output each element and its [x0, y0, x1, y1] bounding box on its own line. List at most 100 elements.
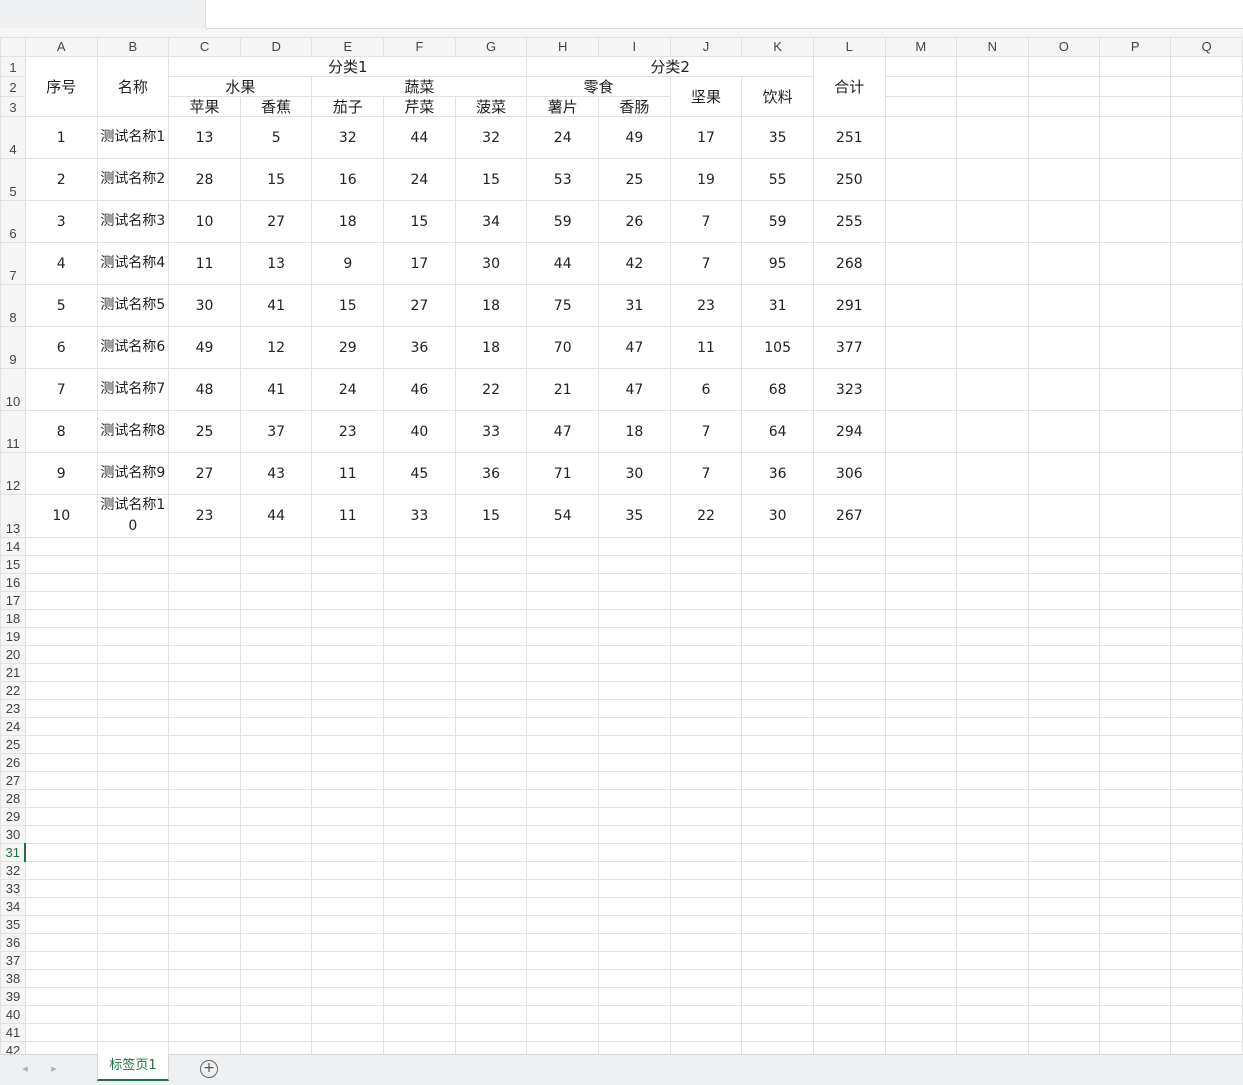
cell[interactable] [24, 897, 98, 916]
cell[interactable] [1098, 789, 1172, 808]
cell[interactable] [884, 555, 958, 574]
cell[interactable] [1027, 284, 1100, 327]
cell[interactable] [741, 627, 814, 646]
cell[interactable] [383, 1005, 456, 1024]
cell-banana[interactable]: 41 [239, 284, 313, 327]
cell[interactable] [598, 573, 671, 592]
cell[interactable] [96, 627, 170, 646]
cell[interactable] [1027, 609, 1100, 628]
cell[interactable] [383, 969, 456, 988]
cell[interactable] [884, 537, 958, 556]
cell[interactable] [239, 609, 313, 628]
cell[interactable] [454, 825, 528, 844]
cell-nuts[interactable]: 6 [669, 368, 743, 411]
cell[interactable] [168, 861, 241, 880]
cell[interactable] [96, 879, 170, 898]
cell-banana[interactable]: 44 [239, 494, 313, 538]
cell[interactable] [1098, 933, 1172, 952]
cell[interactable] [598, 537, 671, 556]
cell[interactable] [1027, 56, 1100, 77]
cell[interactable] [956, 555, 1029, 574]
cell-nuts[interactable]: 7 [669, 452, 743, 495]
cell[interactable] [383, 1023, 456, 1042]
cell[interactable] [526, 843, 600, 862]
cell[interactable] [1027, 96, 1100, 117]
cell-name[interactable]: 测试名称2 [96, 158, 170, 201]
cell[interactable] [239, 879, 313, 898]
cell[interactable] [1098, 969, 1172, 988]
cell[interactable] [1170, 933, 1243, 952]
cell-spinach[interactable]: 15 [454, 494, 528, 538]
cell[interactable] [1027, 663, 1100, 682]
cell[interactable] [311, 1041, 385, 1054]
row-header[interactable]: 20 [0, 645, 26, 664]
cell[interactable] [454, 609, 528, 628]
cell[interactable] [669, 933, 743, 952]
cell-name[interactable]: 测试名称8 [96, 410, 170, 453]
cell[interactable] [1098, 555, 1172, 574]
header-cat1[interactable]: 分类1 [168, 56, 528, 77]
cell[interactable] [526, 951, 600, 970]
cell[interactable] [526, 681, 600, 700]
cell[interactable] [956, 326, 1029, 369]
cell[interactable] [383, 717, 456, 736]
cell[interactable] [598, 843, 671, 862]
select-all-corner[interactable] [0, 37, 26, 57]
header-snack[interactable]: 零食 [526, 76, 671, 97]
cell[interactable] [311, 969, 385, 988]
cell[interactable] [311, 681, 385, 700]
row-header[interactable]: 2 [0, 76, 26, 97]
row-header[interactable]: 39 [0, 987, 26, 1006]
cell[interactable] [1098, 452, 1172, 495]
cell[interactable] [956, 987, 1029, 1006]
cell[interactable] [1170, 897, 1243, 916]
cell[interactable] [526, 807, 600, 826]
cell[interactable] [24, 861, 98, 880]
cell[interactable] [239, 699, 313, 718]
cell[interactable] [884, 897, 958, 916]
cell[interactable] [24, 735, 98, 754]
row-header[interactable]: 7 [0, 242, 26, 285]
cell-celery[interactable]: 46 [383, 368, 456, 411]
cell[interactable] [454, 771, 528, 790]
cell[interactable] [24, 699, 98, 718]
cell[interactable] [383, 537, 456, 556]
cell-nuts[interactable]: 22 [669, 494, 743, 538]
cell[interactable] [526, 645, 600, 664]
cell[interactable] [1098, 663, 1172, 682]
cell[interactable] [741, 591, 814, 610]
cell[interactable] [239, 789, 313, 808]
cell[interactable] [884, 452, 958, 495]
cell[interactable] [24, 717, 98, 736]
cell[interactable] [454, 645, 528, 664]
cell[interactable] [884, 573, 958, 592]
cell[interactable] [884, 843, 958, 862]
cell[interactable] [884, 861, 958, 880]
cell[interactable] [1098, 843, 1172, 862]
cell-total[interactable]: 294 [812, 410, 886, 453]
cell-nuts[interactable]: 19 [669, 158, 743, 201]
cell[interactable] [884, 735, 958, 754]
cell[interactable] [598, 1041, 671, 1054]
cell[interactable] [669, 681, 743, 700]
cell[interactable] [96, 609, 170, 628]
cell[interactable] [168, 681, 241, 700]
cell[interactable] [239, 573, 313, 592]
cell[interactable] [1098, 410, 1172, 453]
cell[interactable] [884, 807, 958, 826]
header-eggplant[interactable]: 茄子 [311, 96, 385, 117]
cell[interactable] [1170, 1005, 1243, 1024]
cell[interactable] [96, 789, 170, 808]
cell[interactable] [956, 410, 1029, 453]
cell[interactable] [311, 753, 385, 772]
cell[interactable] [96, 987, 170, 1006]
cell[interactable] [96, 1041, 170, 1054]
cell-name[interactable]: 测试名称10 [96, 494, 170, 538]
cell[interactable] [812, 969, 886, 988]
cell[interactable] [956, 969, 1029, 988]
cell[interactable] [1027, 897, 1100, 916]
row-header[interactable]: 30 [0, 825, 26, 844]
cell[interactable] [454, 897, 528, 916]
cell[interactable] [383, 879, 456, 898]
cell[interactable] [96, 933, 170, 952]
